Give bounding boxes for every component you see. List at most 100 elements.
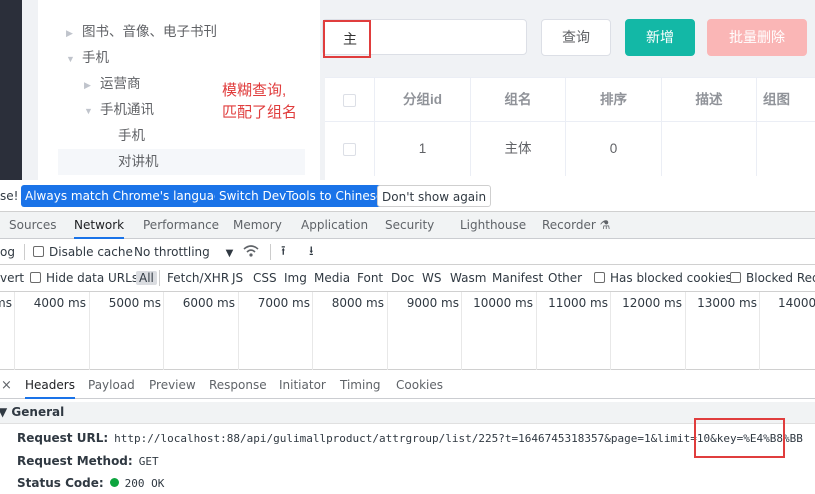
tab-timing[interactable]: Timing [340,372,381,399]
import-har-icon[interactable]: ⭱ [281,239,286,265]
tab-application[interactable]: Application [301,212,368,239]
timeline-tick: 13000 ms [697,296,757,310]
filter-wasm[interactable]: Wasm [450,265,486,291]
network-toolbar: og Disable cache No throttling ▼ ⭱ ⭳ [0,239,815,265]
dont-show-again-button[interactable]: Don't show again [377,185,492,207]
wifi-gear-icon [243,245,259,257]
filter-img[interactable]: Img [284,265,307,291]
export-har-icon[interactable]: ⭳ [309,239,314,265]
side-nav-strip [0,0,22,180]
tab-lighthouse[interactable]: Lighthouse [460,212,526,239]
tab-performance[interactable]: Performance [143,212,219,239]
timeline-tick: ms [0,296,12,310]
switch-to-chinese-button[interactable]: Switch DevTools to Chinese [215,185,388,207]
checkbox-label: Blocked Requ [746,271,815,285]
filter-ws[interactable]: WS [422,265,441,291]
filter-doc[interactable]: Doc [391,265,414,291]
request-method-label: Request Method: [17,454,133,468]
timeline-tick: 7000 ms [257,296,310,310]
caret-down-icon: ▼ [84,106,93,116]
filter-manifest[interactable]: Manifest [492,265,543,291]
checkbox[interactable] [594,272,605,283]
query-button[interactable]: 查询 [541,19,611,56]
col-header[interactable]: 描述 [662,78,757,122]
tree-node-walkie-talkie[interactable]: 对讲机 [58,149,305,175]
tab-recorder[interactable]: Recorder ⚗ [542,212,610,239]
col-header[interactable]: 组图 [757,78,815,122]
tab-sources[interactable]: Sources [9,212,56,239]
batch-delete-button[interactable]: 批量删除 [707,19,807,56]
tab-headers[interactable]: Headers [25,372,75,399]
checkbox[interactable] [343,93,356,107]
col-header[interactable]: 排序 [566,78,662,122]
row-select-cell[interactable] [325,122,375,176]
tab-initiator[interactable]: Initiator [279,372,326,399]
filter-fetch-xhr[interactable]: Fetch/XHR [167,265,229,291]
timeline-tick: 8000 ms [331,296,384,310]
tab-network[interactable]: Network [74,212,125,239]
tree-node-label: 手机通讯 [100,102,154,117]
request-method-value: GET [138,455,159,468]
filter-css[interactable]: CSS [253,265,277,291]
network-overview-timeline[interactable]: ms 4000 ms 5000 ms 6000 ms 7000 ms 8000 … [0,292,815,370]
filter-js[interactable]: JS [232,265,243,291]
table-cell: 1 [375,122,471,176]
highlight-box-key-param [694,418,785,458]
checkbox[interactable] [730,272,741,283]
checkbox[interactable] [30,272,41,283]
throttling-select[interactable]: No throttling ▼ [134,239,233,265]
disable-cache-checkbox[interactable]: Disable cache [33,239,133,265]
table-cell: 主体 [471,122,566,176]
annotation-note: 模糊查询, 匹配了组名 [222,80,297,124]
general-title: ▼ General [0,405,65,419]
tab-security[interactable]: Security [385,212,434,239]
preserve-log-label: og [0,245,15,259]
network-conditions-icon[interactable] [243,239,259,265]
col-header[interactable]: 分组id [375,78,471,122]
timeline-tick: 11000 ms [548,296,608,310]
status-code-row: Status Code: 200 OK [17,476,164,490]
attr-group-table: 分组id 组名 排序 描述 组图 1 主体 0 [325,77,815,180]
blocked-requests-checkbox[interactable]: Blocked Requ [730,265,815,291]
tab-preview[interactable]: Preview [149,372,196,399]
timeline-tick: 5000 ms [108,296,161,310]
tree-node-phone[interactable]: ▼ 手机 [66,45,109,71]
filter-media[interactable]: Media [314,265,350,291]
annotation-line: 模糊查询, [222,82,287,99]
filter-all-label: All [136,271,157,285]
tree-node-mobile[interactable]: 手机 [118,123,145,149]
add-button[interactable]: 新增 [625,19,695,56]
hide-data-urls-checkbox[interactable]: Hide data URLs [30,265,138,291]
tree-node-label: 手机 [82,50,109,65]
select-all-cell[interactable] [325,78,375,122]
filter-font[interactable]: Font [357,265,383,291]
checkbox[interactable] [343,142,356,156]
devtools-panel: se! Always match Chrome's language Switc… [0,180,815,494]
checkbox-label: Disable cache [49,245,133,259]
col-header[interactable]: 组名 [471,78,566,122]
checkbox[interactable] [33,246,44,257]
general-section-header[interactable]: ▼ General [0,402,815,424]
table-cell [757,122,815,176]
filter-other[interactable]: Other [548,265,582,291]
blocked-cookies-checkbox[interactable]: Has blocked cookies [594,265,732,291]
tree-node-label: 手机 [118,128,145,143]
status-ok-dot-icon [109,478,119,487]
always-match-language-button[interactable]: Always match Chrome's language [21,185,233,207]
tab-response[interactable]: Response [209,372,267,399]
table-cell: 0 [566,122,662,176]
request-method-row: Request Method: GET [17,454,159,468]
caret-right-icon: ▶ [66,28,73,38]
tab-label: Recorder [542,218,596,232]
close-icon[interactable]: × [1,372,12,399]
tab-memory[interactable]: Memory [233,212,282,239]
tree-node-books[interactable]: ▶ 图书、音像、电子书刊 [66,19,217,45]
toolbar-divider [24,244,25,260]
tree-node-phone-comm[interactable]: ▼ 手机通讯 [84,97,154,123]
filter-all[interactable]: All [136,265,157,291]
tab-cookies[interactable]: Cookies [396,372,443,399]
tree-node-carrier[interactable]: ▶ 运营商 [84,71,141,97]
filter-toolbar: vert Hide data URLs All Fetch/XHR JS CSS… [0,265,815,292]
tab-payload[interactable]: Payload [88,372,135,399]
annotation-line: 匹配了组名 [222,104,298,121]
